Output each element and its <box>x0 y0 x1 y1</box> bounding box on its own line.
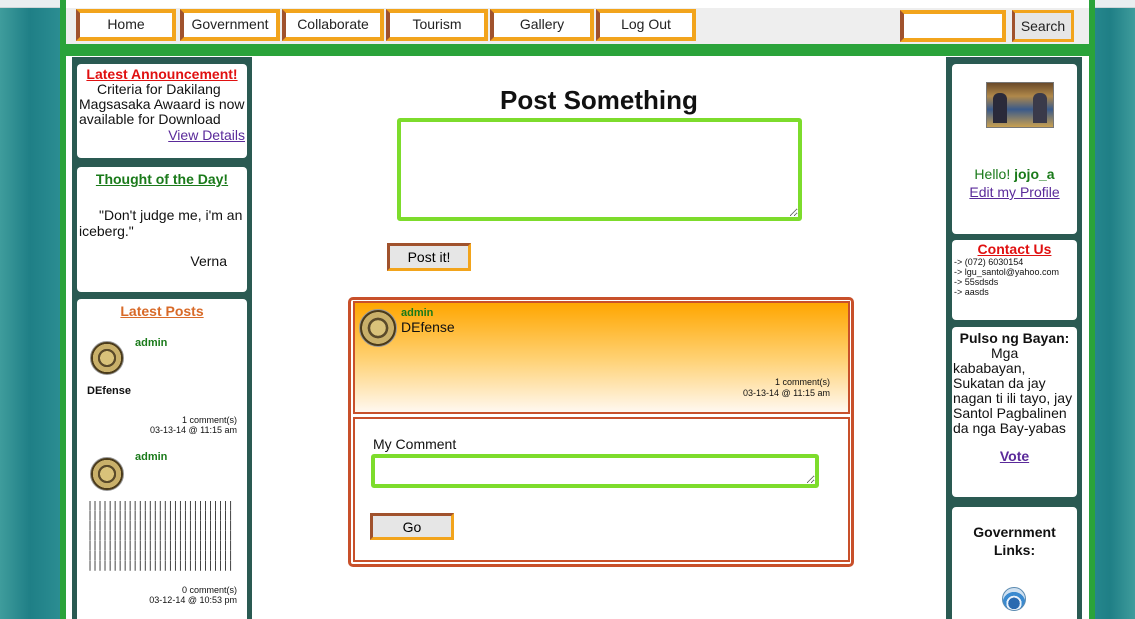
person-figure-icon <box>1033 93 1047 123</box>
feed-author[interactable]: admin <box>401 307 433 319</box>
nav-logout[interactable]: Log Out <box>596 9 696 41</box>
person-figure-icon <box>993 93 1007 123</box>
thought-title: Thought of the Day! <box>95 171 229 187</box>
admin-avatar-icon <box>90 457 124 491</box>
post-it-button[interactable]: Post it! <box>387 243 471 271</box>
feed-post-header: admin DEfense 1 comment(s) 03-13-14 @ 11… <box>353 301 850 414</box>
comment-label: My Comment <box>373 436 457 452</box>
latest-posts-title[interactable]: Latest Posts <box>77 299 247 321</box>
post-text: DEfense <box>87 385 132 397</box>
feed-text: DEfense <box>401 319 455 335</box>
pulso-title: Pulso ng Bayan: <box>959 330 1070 346</box>
go-button[interactable]: Go <box>370 513 454 540</box>
admin-avatar-icon <box>359 309 397 347</box>
government-seal-icon[interactable] <box>1002 587 1026 611</box>
post-comments: 0 comment(s) <box>181 585 237 595</box>
profile-box: Hello! jojo_a Edit my Profile <box>952 64 1077 234</box>
post-author: admin <box>135 451 168 463</box>
government-links-box: Government Links: <box>952 507 1077 619</box>
contact-details: -> (072) 6030154 -> lgu_santol@yahoo.com… <box>952 257 1077 297</box>
view-details-link[interactable]: View Details <box>77 127 247 144</box>
post-date: 03-13-14 @ 11:15 am <box>149 425 237 435</box>
contact-email: -> lgu_santol@yahoo.com <box>954 267 1059 277</box>
post-date: 03-12-14 @ 10:53 pm <box>149 595 237 605</box>
left-sidebar: Latest Announcement! Criteria for Dakila… <box>72 57 252 619</box>
announcement-box: Latest Announcement! Criteria for Dakila… <box>77 64 247 158</box>
nav-divider <box>66 48 1089 56</box>
pulso-box: Pulso ng Bayan: Mga kababayan, Sukatan d… <box>952 327 1077 497</box>
edit-profile-link[interactable]: Edit my Profile <box>952 184 1077 202</box>
contact-box: Contact Us -> (072) 6030154 -> lgu_santo… <box>952 240 1077 320</box>
thought-author: Verna <box>190 253 227 269</box>
post-comments: 1 comment(s) <box>181 415 237 425</box>
contact-phone: -> (072) 6030154 <box>954 257 1024 267</box>
right-sidebar: Hello! jojo_a Edit my Profile Contact Us… <box>946 57 1082 619</box>
nav-gallery[interactable]: Gallery <box>490 9 594 41</box>
pulso-body: Mga kababayan, Sukatan da jay nagan ti i… <box>953 345 1073 436</box>
post-author: admin <box>135 337 168 349</box>
comment-textarea[interactable] <box>371 454 819 488</box>
nav-home[interactable]: Home <box>76 9 176 41</box>
contact-line: -> 55sdsds <box>954 277 999 287</box>
announcement-title: Latest Announcement! <box>86 66 238 82</box>
post-text: ||||||||||||||||||||||||||||||||||||||||… <box>87 501 234 571</box>
thought-quote: "Don't judge me, i'm an iceberg." <box>79 207 243 239</box>
search-input[interactable] <box>900 10 1006 42</box>
comment-section: My Comment <box>353 417 850 562</box>
page-title: Post Something <box>500 85 698 115</box>
gov-links-title: Government Links: <box>973 524 1056 558</box>
thought-box: Thought of the Day! "Don't judge me, i'm… <box>77 167 247 292</box>
nav-government[interactable]: Government <box>180 9 280 41</box>
admin-avatar-icon <box>90 341 124 375</box>
feed-date: 03-13-14 @ 11:15 am <box>742 388 830 398</box>
latest-posts-box: Latest Posts admin DEfense 1 comment(s) … <box>77 299 247 619</box>
announcement-body: Criteria for Dakilang Magsasaka Awaard i… <box>79 81 245 127</box>
nav-collaborate[interactable]: Collaborate <box>282 9 384 41</box>
vote-link[interactable]: Vote <box>952 436 1077 466</box>
feed-comments: 1 comment(s) <box>774 377 830 387</box>
profile-photo <box>986 82 1054 128</box>
search-button[interactable]: Search <box>1012 10 1074 42</box>
post-textarea[interactable] <box>397 118 802 221</box>
contact-line: -> aasds <box>954 287 989 297</box>
profile-greeting: Hello! jojo_a <box>974 166 1055 182</box>
nav-tourism[interactable]: Tourism <box>386 9 488 41</box>
contact-title: Contact Us <box>977 241 1052 257</box>
